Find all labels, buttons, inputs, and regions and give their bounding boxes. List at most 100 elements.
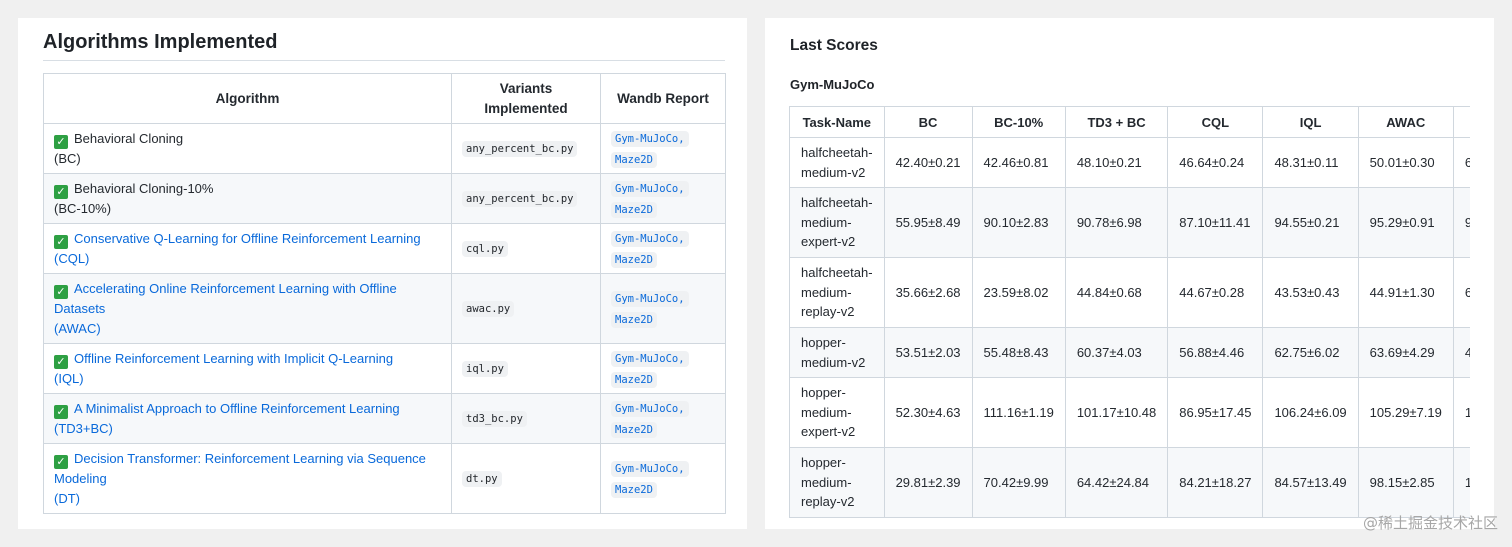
report-link-maze2d[interactable]: Maze2D bbox=[611, 251, 657, 268]
task-name-cell: halfcheetah-medium-replay-v2 bbox=[789, 257, 885, 328]
algorithm-abbreviation: (BC) bbox=[54, 150, 81, 166]
variant-file-link[interactable]: any_percent_bc.py bbox=[462, 191, 578, 207]
algorithm-row: ✓ A Minimalist Approach to Offline Reinfo… bbox=[43, 393, 726, 444]
score-cell: 90.78±6.98 bbox=[1064, 187, 1169, 258]
variant-cell: any_percent_bc.py bbox=[451, 173, 601, 224]
algorithm-name-line: Offline Reinforcement Learning with Impl… bbox=[74, 350, 394, 366]
scores-column-header: BC-10% bbox=[971, 106, 1066, 138]
task-name-line: expert-v2 bbox=[801, 234, 856, 250]
score-cell: 63.69±4.29 bbox=[1357, 327, 1454, 378]
report-link-gym-mujoco[interactable]: Gym-MuJoCo, bbox=[611, 290, 689, 307]
watermark-text: @稀土掘金技术社区 bbox=[1362, 514, 1498, 532]
variant-file-link[interactable]: iql.py bbox=[462, 361, 508, 377]
task-name-cell: hopper-medium-expert-v2 bbox=[789, 377, 885, 448]
scores-table-scroll[interactable]: Task-Name BC BC-10% TD3 + BC CQL IQL AWAC half… bbox=[789, 106, 1470, 529]
algorithm-cell: ✓ Decision Transformer: Reinforcement Lea… bbox=[43, 443, 452, 514]
algorithm-name-line: Behavioral Cloning-10% bbox=[74, 180, 214, 196]
algorithm-name-line: A Minimalist Approach to Offline Reinfor… bbox=[74, 400, 400, 416]
report-link-maze2d[interactable]: Maze2D bbox=[611, 151, 657, 168]
report-cell: Gym-MuJoCo, Maze2D bbox=[600, 223, 726, 274]
score-cell: 95.29±0.91 bbox=[1357, 187, 1454, 258]
task-name-line: hopper- bbox=[801, 385, 846, 401]
algorithms-table: Algorithm Variants Implemented Wandb Rep… bbox=[43, 73, 726, 514]
score-cell: 29.81±2.39 bbox=[883, 447, 973, 518]
variant-file-link[interactable]: any_percent_bc.py bbox=[462, 141, 578, 157]
score-cell: 1 bbox=[1452, 447, 1470, 518]
scores-row: halfcheetah-medium-expert-v2 55.95±8.49 90… bbox=[789, 187, 1470, 258]
algorithm-cell: ✓ Behavioral Cloning (BC) bbox=[43, 123, 452, 174]
scores-column-header: TD3 + BC bbox=[1064, 106, 1169, 138]
task-name-line: medium- bbox=[801, 474, 852, 490]
report-cell: Gym-MuJoCo, Maze2D bbox=[600, 343, 726, 394]
report-link-gym-mujoco[interactable]: Gym-MuJoCo, bbox=[611, 350, 689, 367]
report-link-gym-mujoco[interactable]: Gym-MuJoCo, bbox=[611, 130, 689, 147]
algorithm-cell: ✓ Conservative Q-Learning for Offline Rei… bbox=[43, 223, 452, 274]
scores-column-header: BC bbox=[883, 106, 973, 138]
report-link-maze2d[interactable]: Maze2D bbox=[611, 201, 657, 218]
algorithm-abbreviation: (DT) bbox=[54, 490, 80, 506]
algorithm-paper-link[interactable]: Conservative Q-Learning for Offline Rein… bbox=[54, 231, 421, 266]
algorithm-paper-link[interactable]: Offline Reinforcement Learning with Impl… bbox=[54, 351, 393, 386]
report-link-gym-mujoco[interactable]: Gym-MuJoCo, bbox=[611, 400, 689, 417]
score-cell: 23.59±8.02 bbox=[971, 257, 1066, 328]
score-cell: 86.95±17.45 bbox=[1167, 377, 1264, 448]
variant-cell: any_percent_bc.py bbox=[451, 123, 601, 174]
report-link-maze2d[interactable]: Maze2D bbox=[611, 421, 657, 438]
task-name-line: medium- bbox=[801, 214, 852, 230]
score-cell: 84.57±13.49 bbox=[1262, 447, 1359, 518]
algorithm-paper-link[interactable]: Accelerating Online Reinforcement Learni… bbox=[54, 281, 397, 336]
score-cell: 50.01±0.30 bbox=[1357, 137, 1454, 188]
report-cell: Gym-MuJoCo, Maze2D bbox=[600, 173, 726, 224]
scores-heading: Last Scores bbox=[790, 37, 878, 54]
variant-file-link[interactable]: cql.py bbox=[462, 241, 508, 257]
score-cell: 94.55±0.21 bbox=[1262, 187, 1359, 258]
score-cell: 90.10±2.83 bbox=[971, 187, 1066, 258]
scores-row: hopper-medium-expert-v2 52.30±4.63 111.16±… bbox=[789, 377, 1470, 448]
algorithm-paper-link[interactable]: A Minimalist Approach to Offline Reinfor… bbox=[54, 401, 400, 436]
report-link-maze2d[interactable]: Maze2D bbox=[611, 311, 657, 328]
algorithm-name: Behavioral Cloning (BC) bbox=[54, 131, 183, 166]
algorithms-panel: Algorithms Implemented Algorithm Variant… bbox=[18, 18, 747, 529]
algorithm-abbreviation: (CQL) bbox=[54, 250, 90, 266]
header-report: Wandb Report bbox=[600, 73, 726, 124]
algorithm-name-line: Datasets bbox=[54, 301, 106, 316]
score-cell: 101.17±10.48 bbox=[1064, 377, 1169, 448]
score-cell: 60.37±4.03 bbox=[1064, 327, 1169, 378]
task-name-line: replay-v2 bbox=[801, 494, 855, 510]
check-mark-icon: ✓ bbox=[54, 184, 68, 199]
algorithm-row: ✓ Behavioral Cloning (BC) any_percent_bc.py… bbox=[43, 123, 726, 174]
score-cell: 84.21±18.27 bbox=[1167, 447, 1264, 518]
task-name-line: hopper- bbox=[801, 335, 846, 350]
algorithms-header-row: Algorithm Variants Implemented Wandb Rep… bbox=[43, 73, 726, 124]
score-cell: 44.67±0.28 bbox=[1167, 257, 1264, 328]
report-link-gym-mujoco[interactable]: Gym-MuJoCo, bbox=[611, 460, 689, 477]
score-cell: 42.46±0.81 bbox=[971, 137, 1066, 188]
variant-file-link[interactable]: dt.py bbox=[462, 471, 502, 487]
algorithm-paper-link[interactable]: Decision Transformer: Reinforcement Lear… bbox=[54, 451, 426, 506]
score-cell: 6 bbox=[1452, 257, 1470, 328]
algorithm-name: Behavioral Cloning-10% (BC-10%) bbox=[54, 181, 213, 216]
scores-column-header: AWAC bbox=[1357, 106, 1454, 138]
variant-file-link[interactable]: td3_bc.py bbox=[462, 411, 527, 427]
score-cell: 56.88±4.46 bbox=[1167, 327, 1264, 378]
score-cell: 87.10±11.41 bbox=[1167, 187, 1264, 258]
report-cell: Gym-MuJoCo, Maze2D bbox=[600, 443, 726, 514]
variant-cell: cql.py bbox=[451, 223, 601, 274]
report-link-maze2d[interactable]: Maze2D bbox=[611, 371, 657, 388]
score-cell: 44.91±1.30 bbox=[1357, 257, 1454, 328]
variant-file-link[interactable]: awac.py bbox=[462, 301, 515, 317]
report-link-gym-mujoco[interactable]: Gym-MuJoCo, bbox=[611, 230, 689, 247]
report-link-gym-mujoco[interactable]: Gym-MuJoCo, bbox=[611, 180, 689, 197]
score-cell: 53.51±2.03 bbox=[883, 327, 973, 378]
heading-divider bbox=[43, 60, 725, 61]
score-cell: 52.30±4.63 bbox=[883, 377, 973, 448]
score-cell: 4 bbox=[1452, 327, 1470, 378]
score-cell: 62.75±6.02 bbox=[1262, 327, 1359, 378]
scores-column-header: IQL bbox=[1262, 106, 1359, 138]
scores-row: halfcheetah-medium-v2 42.40±0.21 42.46±0.8… bbox=[789, 137, 1470, 188]
report-link-maze2d[interactable]: Maze2D bbox=[611, 481, 657, 498]
variant-cell: td3_bc.py bbox=[451, 393, 601, 444]
algorithm-abbreviation: (BC-10%) bbox=[54, 200, 112, 216]
task-name-line: hopper- bbox=[801, 455, 846, 471]
score-cell: 48.10±0.21 bbox=[1064, 137, 1169, 188]
